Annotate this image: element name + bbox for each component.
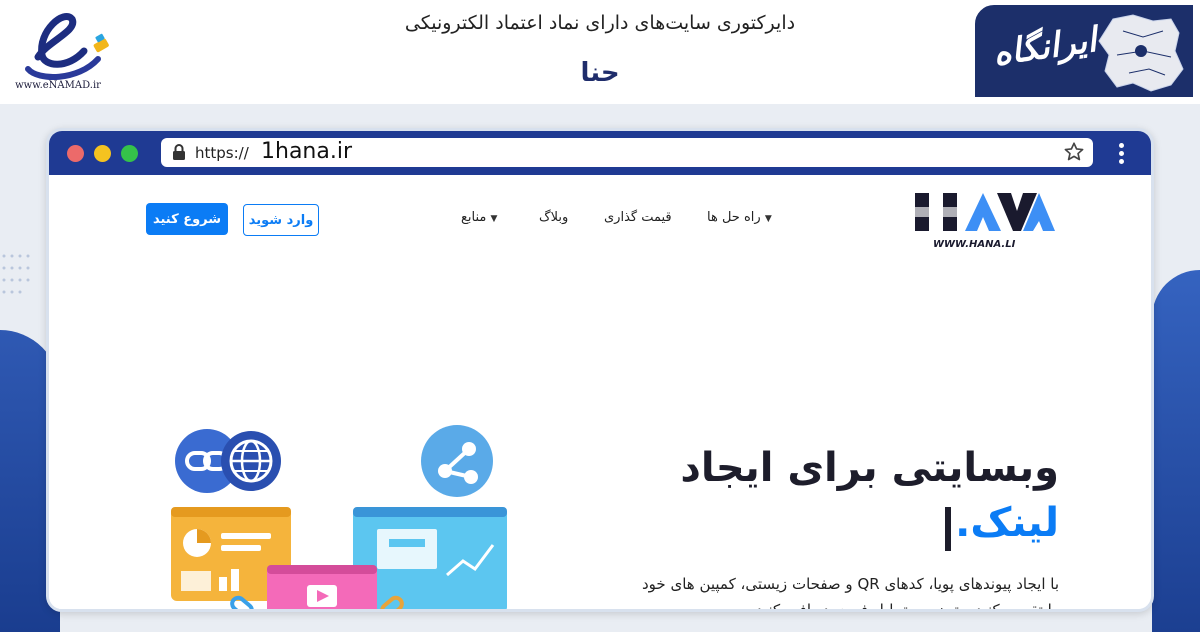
hero-illustration	[171, 425, 507, 609]
nav-resources-label: منابع	[461, 210, 487, 225]
hero-title: وبسایتی برای ایجاد	[680, 445, 1059, 491]
nav-solutions[interactable]: ▼ راه حل ها	[707, 210, 772, 225]
browser-toolbar: https:// 1hana.ir	[49, 131, 1151, 175]
nav-resources[interactable]: ▼ منابع	[461, 210, 497, 225]
video-window-center	[267, 565, 377, 609]
iran-map-icon	[1098, 14, 1184, 92]
globe-icon	[221, 431, 281, 491]
bookmark-star-icon[interactable]	[1063, 141, 1085, 163]
nav-pricing[interactable]: قیمت گذاری	[604, 210, 672, 225]
site-name-heading: حنا	[580, 58, 620, 88]
top-banner: www.eNAMAD.ir دایرکتوری سایت‌های دارای ن…	[0, 0, 1200, 104]
hero-description: با ایجاد پیوندهای پویا، کدهای QR و صفحات…	[642, 575, 1059, 612]
maximize-window-button[interactable]	[121, 145, 138, 162]
irangah-wordmark: ایرانگاه	[990, 19, 1099, 75]
login-button[interactable]: وارد شوید	[243, 204, 319, 236]
nav-blog[interactable]: وبلاگ	[539, 210, 568, 225]
start-button[interactable]: شروع کنید	[146, 203, 228, 235]
caret-down-icon: ▼	[764, 214, 772, 224]
share-icon	[421, 425, 493, 497]
url-domain: 1hana.ir	[261, 139, 352, 164]
enamad-url[interactable]: www.eNAMAD.ir	[0, 80, 116, 91]
close-window-button[interactable]	[67, 145, 84, 162]
website-page: شروع کنید وارد شوید ▼ منابع وبلاگ قیمت گ…	[49, 175, 1151, 612]
hero-highlight: لینک.	[955, 500, 1059, 546]
typing-cursor	[945, 507, 951, 551]
browser-menu-icon[interactable]	[1119, 143, 1125, 165]
background-dots	[2, 254, 30, 294]
hana-logo-text: WWW.HANA.LI	[933, 239, 1016, 250]
directory-title: دایرکتوری سایت‌های دارای نماد اعتماد الک…	[404, 12, 796, 34]
irangah-logo[interactable]: ایرانگاه	[972, 2, 1196, 100]
url-scheme: https://	[195, 144, 249, 162]
hana-logo[interactable]: WWW.HANA.LI	[913, 189, 1059, 253]
caret-down-icon: ▼	[490, 214, 498, 224]
browser-window: https:// 1hana.ir شروع کنید وارد شوید ▼ …	[46, 128, 1154, 612]
address-bar[interactable]: https:// 1hana.ir	[161, 138, 1093, 167]
lock-icon	[173, 144, 185, 160]
minimize-window-button[interactable]	[94, 145, 111, 162]
background-wave-right	[1152, 270, 1200, 632]
nav-solutions-label: راه حل ها	[707, 210, 761, 225]
